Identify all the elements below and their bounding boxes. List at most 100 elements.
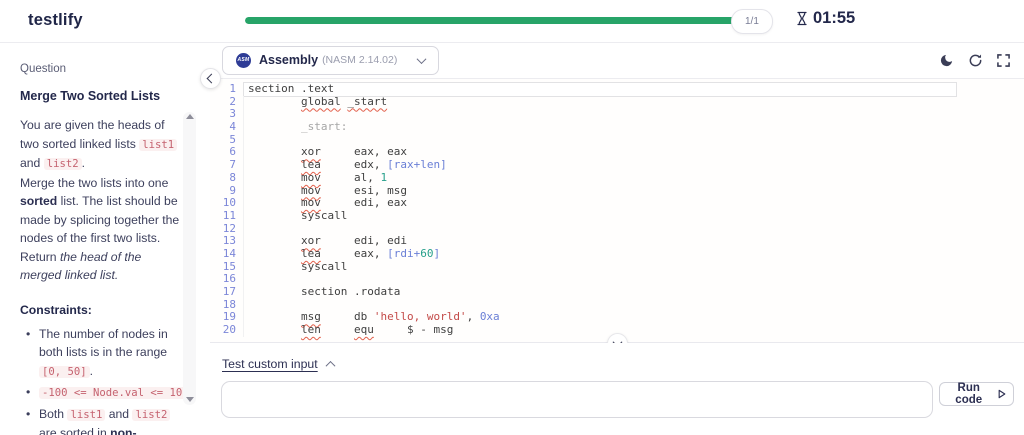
code-token: esi, msg <box>320 183 407 197</box>
run-code-label: Run code <box>955 382 983 406</box>
code-line[interactable]: 2 global _start <box>210 94 1024 109</box>
constraints-label: Constraints: <box>20 302 92 317</box>
timer: 01:55 <box>796 9 855 28</box>
code-text: mov edi, eax <box>244 196 956 210</box>
line-number: 20 <box>210 323 244 337</box>
reset-code-button[interactable] <box>968 53 983 68</box>
code-token: eax, <box>320 246 388 260</box>
line-number: 8 <box>210 171 244 185</box>
code-editor[interactable]: 1 section .text 2 global _start 3 4 _start: 5… <box>210 79 1024 342</box>
play-icon <box>999 389 1006 399</box>
test-custom-input-label: Test custom input <box>222 357 318 371</box>
code-token: len <box>300 323 321 337</box>
question-paragraph: You are given the heads of two sorted li… <box>20 116 182 174</box>
text-segment: . <box>81 156 86 170</box>
fullscreen-icon <box>997 54 1010 67</box>
constraint-item: The number of nodes in both lists is in … <box>20 325 182 382</box>
code-token: 'hello, world' <box>373 310 467 324</box>
code-token: mov <box>300 170 321 184</box>
text-segment: . <box>89 363 94 378</box>
code-text: _start: <box>244 120 956 134</box>
code-line[interactable]: 17 section .rodata <box>210 285 1024 299</box>
app-logo: testlify <box>28 11 83 29</box>
sidebar-scrollbar[interactable] <box>183 112 196 405</box>
assembly-language-icon: ASM <box>236 52 251 68</box>
top-header: testlify 1/1 01:55 <box>0 0 1024 43</box>
code-text: syscall <box>244 260 956 274</box>
language-name: Assembly <box>259 53 319 67</box>
chevron-down-icon <box>416 53 427 64</box>
scroll-up-icon[interactable] <box>186 114 194 119</box>
code-line[interactable]: 4 _start: <box>210 120 1024 134</box>
scroll-down-icon[interactable] <box>186 397 194 402</box>
code-token: mov <box>300 183 321 197</box>
text-segment: sorted <box>20 194 58 208</box>
code-token: equ <box>353 323 374 337</box>
question-paragraph: Return the head of the merged linked lis… <box>20 248 182 285</box>
question-count-badge: 1/1 <box>731 9 773 34</box>
text-segment: and <box>20 156 44 170</box>
code-token: db <box>320 310 374 324</box>
code-token: 60 <box>420 246 434 260</box>
line-number: 5 <box>210 133 244 147</box>
custom-input-panel: Test custom input Run code <box>210 343 1024 435</box>
code-token: xor <box>300 145 321 159</box>
code-token: msg <box>300 310 321 324</box>
custom-input-textarea[interactable] <box>221 381 933 418</box>
line-number: 4 <box>210 120 244 134</box>
question-section-label: Question <box>20 63 67 75</box>
code-text: global _start <box>244 94 956 109</box>
text-segment: Both <box>39 406 68 421</box>
line-number: 3 <box>210 108 244 122</box>
code-token: ] <box>433 246 441 260</box>
hourglass-icon <box>796 11 808 26</box>
sidebar-collapse-button[interactable] <box>200 68 221 89</box>
moon-icon <box>940 54 953 67</box>
dark-mode-button[interactable] <box>939 53 954 68</box>
code-line[interactable]: 15 syscall <box>210 260 1024 274</box>
test-custom-input-toggle[interactable]: Test custom input <box>222 357 336 371</box>
code-token: _start <box>347 94 388 108</box>
progress-fill <box>245 17 735 24</box>
assessment-progress-bar <box>245 17 735 24</box>
code-token: lea <box>300 158 321 172</box>
app-window: testlify 1/1 01:55 Question Merge Two So… <box>0 0 1024 435</box>
inline-code: list2 <box>132 408 171 421</box>
code-token: syscall <box>248 208 348 222</box>
language-selector[interactable]: ASM Assembly (NASM 2.14.02) <box>222 45 440 75</box>
code-token: section .rodata <box>248 285 401 298</box>
code-token: edi, eax <box>320 196 407 210</box>
code-token: global <box>300 94 341 108</box>
inline-code: list1 <box>139 138 178 151</box>
code-lines: 1 section .text 2 global _start 3 4 _start: 5… <box>210 82 1024 337</box>
code-token: [rdi+ <box>387 246 421 260</box>
text-segment: are sorted in <box>39 426 111 435</box>
run-code-button[interactable]: Run code <box>939 382 1014 406</box>
constraint-item: Both list1 and list2 are sorted in non-d… <box>20 405 182 435</box>
code-token: $ - msg <box>373 323 454 337</box>
line-number: 10 <box>210 196 244 210</box>
code-token: _start: <box>300 120 348 134</box>
line-number: 14 <box>210 247 244 261</box>
chevron-up-icon <box>325 360 336 371</box>
line-number: 17 <box>210 285 244 299</box>
text-segment: Merge the two lists into one <box>20 175 169 190</box>
code-token: edi, edi <box>320 234 407 248</box>
code-line[interactable]: 11 syscall <box>210 208 1024 223</box>
code-token: al, <box>320 170 381 184</box>
fullscreen-button[interactable] <box>997 54 1010 67</box>
refresh-icon <box>969 54 982 67</box>
code-token: 0xa <box>479 310 500 324</box>
